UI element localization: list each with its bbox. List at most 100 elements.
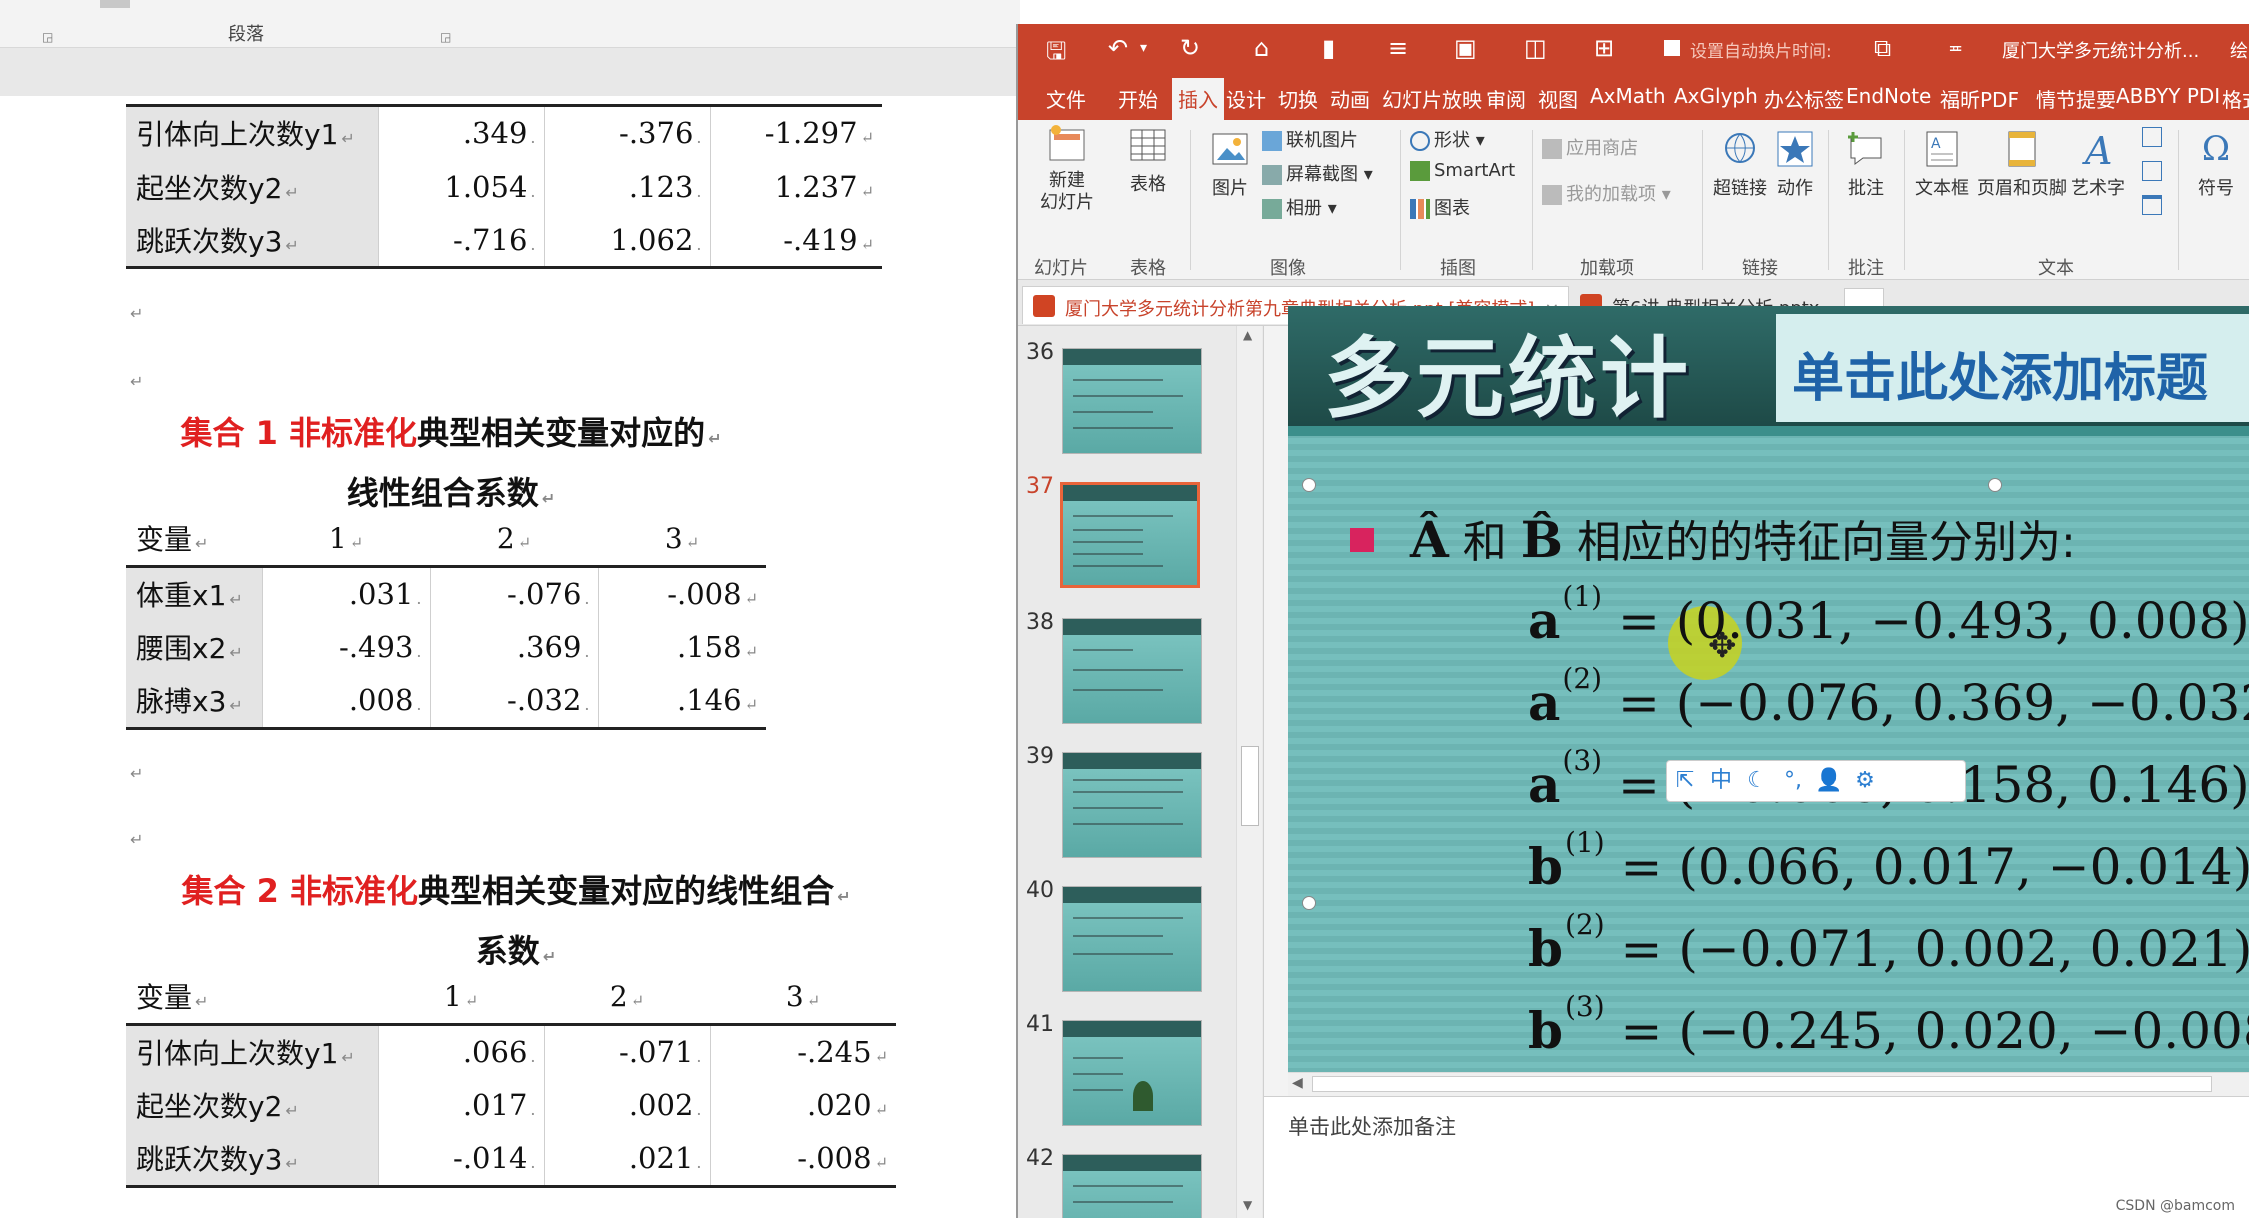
scroll-left-icon[interactable]: ◀ <box>1292 1075 1303 1091</box>
notes-placeholder[interactable]: 单击此处添加备注 <box>1288 1111 1456 1141</box>
column-header: 3 <box>664 521 683 555</box>
slide-thumbnail-selected[interactable] <box>1060 482 1200 588</box>
new-slide-button[interactable]: 新建 幻灯片 <box>1032 124 1102 214</box>
ime-user-icon[interactable]: 👤 <box>1811 761 1847 801</box>
slide-thumbnail[interactable] <box>1062 1154 1202 1218</box>
word-document[interactable]: 引体向上次数y1 ↵ .349. -.376. -1.297 ↵ 起坐次数y2 ↵ 1… <box>0 96 1020 1218</box>
scrollbar-thumb[interactable] <box>1241 746 1259 826</box>
chart-button[interactable]: 图表 <box>1410 194 1470 220</box>
customize-qat-icon[interactable]: ≖ <box>1948 38 1963 59</box>
wordart-button[interactable]: A 艺术字 <box>2070 128 2126 200</box>
selection-handle[interactable] <box>1302 896 1316 910</box>
table-row: 引体向上次数y1 ↵ .349. -.376. -1.297 ↵ <box>126 104 882 160</box>
ime-settings-icon[interactable]: ⚙ <box>1847 761 1883 801</box>
ime-chinese-icon[interactable]: 中 <box>1703 761 1739 801</box>
tab-design[interactable]: 设计 <box>1226 84 1266 113</box>
save-icon[interactable]: 🖫 <box>1046 34 1066 75</box>
layout-icon[interactable]: ⊞ <box>1594 34 1614 62</box>
tab-storyboard[interactable]: 情节提要 <box>2036 84 2116 113</box>
textbox-button[interactable]: A 文本框 <box>1914 128 1970 200</box>
tab-foxit-pdf[interactable]: 福昕PDF <box>1940 84 2019 113</box>
ppt-file-icon <box>1033 295 1055 317</box>
tab-axmath[interactable]: AxMath <box>1590 84 1666 108</box>
slide-thumbnail[interactable] <box>1062 752 1202 858</box>
selection-handle[interactable] <box>1988 478 2002 492</box>
slide-thumbnail[interactable] <box>1062 618 1202 724</box>
scroll-up-icon[interactable]: ▲ <box>1243 328 1252 342</box>
selection-handle[interactable] <box>1302 478 1316 492</box>
slide-title-placeholder[interactable]: 单击此处添加标题 <box>1792 336 2208 411</box>
vector-symbol: a <box>1528 591 1561 650</box>
tab-view[interactable]: 视图 <box>1538 84 1578 113</box>
action-button[interactable]: 动作 <box>1770 128 1820 200</box>
tab-transitions[interactable]: 切换 <box>1278 84 1318 113</box>
my-addins-label: 我的加载项 <box>1566 184 1656 205</box>
tab-axglyph[interactable]: AxGlyph <box>1674 84 1758 108</box>
album-button[interactable]: 相册 ▾ <box>1262 194 1337 220</box>
app-store-label: 应用商店 <box>1566 138 1638 159</box>
auto-advance-checkbox[interactable] <box>1664 40 1680 56</box>
ribbon-tabs: 文件 开始 插入 设计 切换 动画 幻灯片放映 审阅 视图 AxMath AxG… <box>1018 74 2249 120</box>
online-picture-button[interactable]: 联机图片 <box>1262 126 1358 152</box>
slide-thumbnail[interactable] <box>1062 348 1202 454</box>
matrix-a-hat: Â <box>1410 510 1449 569</box>
tab-slideshow[interactable]: 幻灯片放映 <box>1382 84 1482 113</box>
redo-icon[interactable]: ↻ <box>1180 34 1200 62</box>
screenshot-button[interactable]: 屏幕截图 ▾ <box>1262 160 1373 186</box>
ime-punct-icon[interactable]: °, <box>1775 761 1811 801</box>
column-header: 3 <box>785 979 804 1013</box>
picture-button[interactable]: 图片 <box>1200 128 1260 200</box>
my-addins-button[interactable]: 我的加载项 ▾ <box>1542 180 1671 206</box>
vector-symbol: b <box>1528 1001 1563 1060</box>
slide-horizontal-scrollbar[interactable]: ◀ <box>1288 1072 2249 1096</box>
tab-file[interactable]: 文件 <box>1046 84 1086 113</box>
slide-number-button[interactable] <box>2142 160 2166 181</box>
shapes-button[interactable]: 形状 ▾ <box>1410 126 1485 152</box>
shape-icon[interactable]: ◫ <box>1524 34 1547 62</box>
tab-home[interactable]: 开始 <box>1118 84 1158 113</box>
table-button[interactable]: 表格 <box>1118 124 1178 196</box>
scroll-down-icon[interactable]: ▼ <box>1243 1198 1252 1212</box>
pdf-icon[interactable]: ▣ <box>1454 34 1477 62</box>
undo-dropdown-icon[interactable]: ▾ <box>1140 40 1147 56</box>
copy-icon[interactable]: ⧉ <box>1874 34 1891 62</box>
row-label: 起坐次数y2 <box>136 171 283 205</box>
tab-format[interactable]: 格式 <box>2222 84 2249 113</box>
tab-office-label[interactable]: 办公标签 <box>1764 84 1844 113</box>
ime-moon-icon[interactable]: ☾ <box>1739 761 1775 801</box>
present-icon[interactable]: ⌂ <box>1254 34 1269 62</box>
thumbnail-scrollbar[interactable]: ▲ ▼ <box>1236 326 1262 1218</box>
notes-pane[interactable]: 单击此处添加备注 <box>1264 1096 2249 1218</box>
comment-button[interactable]: 批注 <box>1836 128 1896 200</box>
ime-toolbar[interactable]: ⇱ 中 ☾ °, 👤 ⚙ <box>1666 760 1966 802</box>
date-time-button[interactable] <box>2142 126 2166 147</box>
table-cell: -.071 <box>619 1034 694 1069</box>
tab-abbyy[interactable]: ABBYY PDI <box>2116 84 2220 108</box>
scrollbar-thumb[interactable] <box>1312 1076 2212 1092</box>
hyperlink-button[interactable]: 超链接 <box>1710 128 1770 200</box>
align-icon[interactable]: ≡ <box>1388 34 1408 62</box>
ime-toggle-icon[interactable]: ⇱ <box>1667 761 1703 801</box>
slide-canvas[interactable]: 多元统计 单击此处添加标题 Â 和 B̂ 相应的的特征向量分别为: a(1) =… <box>1288 306 2249 1072</box>
vector-value: = (0.066, 0.017, −0.014)′ <box>1620 838 2249 896</box>
tab-insert[interactable]: 插入 <box>1172 78 1224 120</box>
header-footer-button[interactable]: 页眉和页脚 <box>1976 128 2068 200</box>
object-button[interactable] <box>2142 194 2166 215</box>
dialog-launcher-icon[interactable]: ◲ <box>440 30 451 44</box>
table-cell: -.008 <box>797 1141 872 1176</box>
chart-icon[interactable]: ▮ <box>1322 34 1335 62</box>
app-store-button[interactable]: 应用商店 <box>1542 134 1638 160</box>
row-label: 体重x1 <box>136 578 227 612</box>
tab-animations[interactable]: 动画 <box>1330 84 1370 113</box>
slide-thumbnail[interactable] <box>1062 1020 1202 1126</box>
undo-icon[interactable]: ↶ <box>1108 34 1128 62</box>
slide-thumbnail-pane[interactable]: 36 37 38 39 40 41 42 ▲ ▼ <box>1018 326 1264 1218</box>
tab-endnote[interactable]: EndNote <box>1846 84 1931 108</box>
table-cell: .017 <box>462 1088 528 1122</box>
tab-review[interactable]: 审阅 <box>1486 84 1526 113</box>
dialog-launcher-icon[interactable]: ◲ <box>42 30 53 44</box>
symbol-button[interactable]: Ω 符号 <box>2186 128 2246 200</box>
smartart-button[interactable]: SmartArt <box>1410 160 1515 181</box>
vector-symbol: b <box>1528 919 1563 978</box>
slide-thumbnail[interactable] <box>1062 886 1202 992</box>
